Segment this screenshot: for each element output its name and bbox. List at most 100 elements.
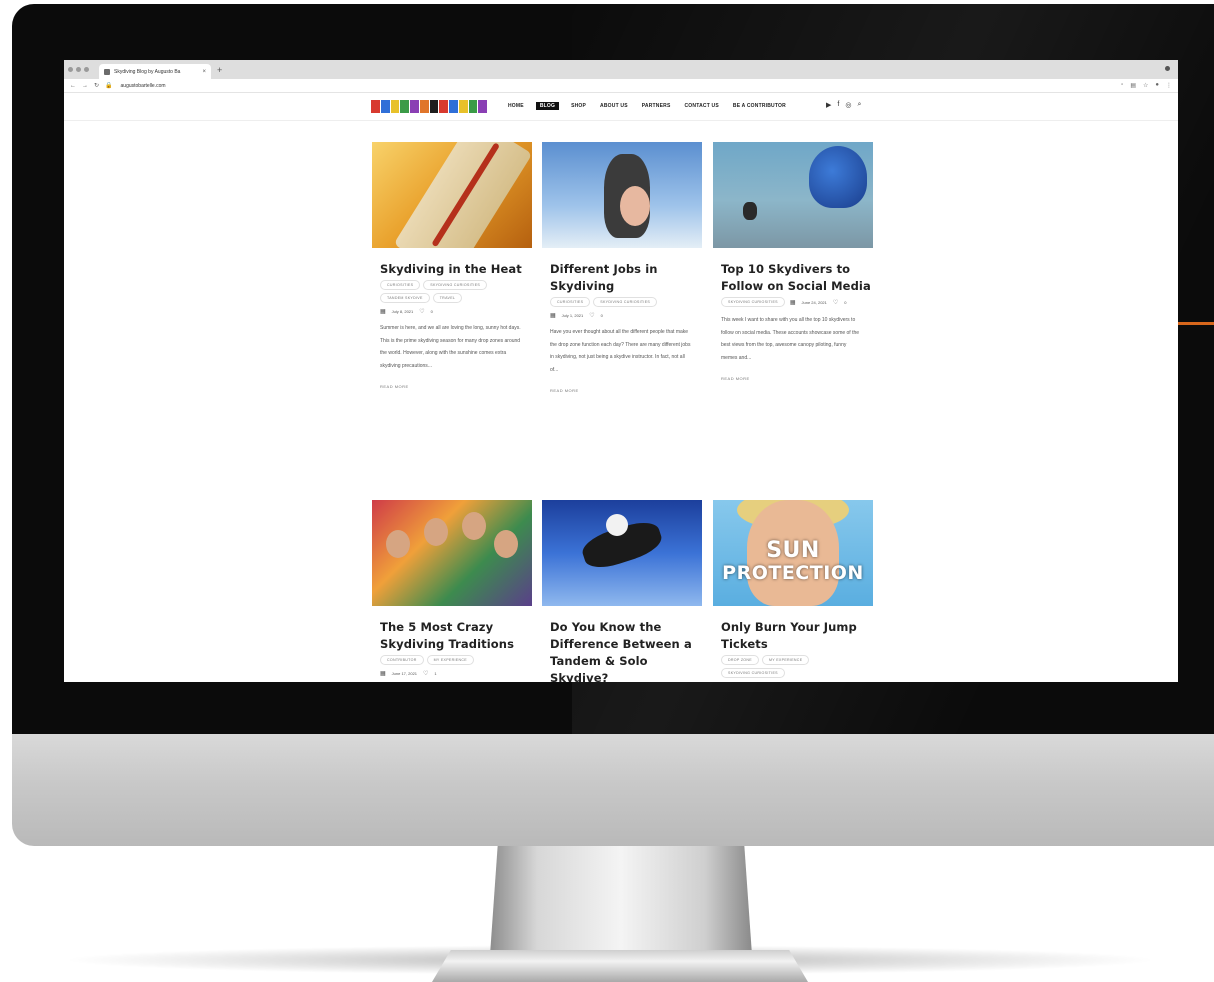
reload-icon[interactable]: ↻ bbox=[94, 82, 99, 89]
nav-item-contact-us[interactable]: CONTACT US bbox=[683, 102, 721, 110]
browser-tab-bar: Skydiving Blog by Augusto Ba × + bbox=[64, 60, 1178, 79]
post-tag[interactable]: Skydiving Curiosities bbox=[721, 668, 785, 678]
site-header: HOME BLOG SHOP ABOUT US PARTNERS CONTACT US BE… bbox=[64, 93, 1178, 121]
profile-icon[interactable]: ● bbox=[1155, 82, 1159, 89]
logo-block bbox=[390, 100, 400, 113]
browser-menu-icon[interactable]: ⋮ bbox=[1166, 82, 1172, 89]
logo-block bbox=[400, 100, 409, 113]
face-shape bbox=[424, 518, 448, 546]
post-thumbnail-canopy[interactable] bbox=[713, 142, 873, 248]
post-title[interactable]: The 5 Most Crazy Skydiving Traditions bbox=[372, 619, 532, 653]
window-controls bbox=[68, 67, 89, 72]
thumbnail-text: SUN bbox=[766, 538, 820, 563]
logo-block bbox=[380, 100, 390, 113]
post-thumbnail-tandem[interactable] bbox=[542, 142, 702, 248]
comment-icon: ♡ bbox=[423, 671, 429, 677]
comment-count[interactable]: 0 bbox=[431, 309, 433, 314]
favicon-icon bbox=[104, 68, 110, 75]
instagram-icon[interactable]: ◎ bbox=[845, 101, 851, 109]
bookmark-star-icon[interactable]: ☆ bbox=[1143, 82, 1148, 89]
logo-block bbox=[429, 100, 439, 113]
post-meta: ▦ June 17, 2021 ♡ 1 bbox=[372, 670, 532, 677]
browser-profile-icon[interactable] bbox=[1165, 66, 1170, 71]
logo-block bbox=[458, 100, 468, 113]
post-tag[interactable]: Skydiving Curiosities bbox=[593, 297, 658, 307]
post-meta: ▦ June 24, 2021 ♡ 0 bbox=[788, 297, 847, 307]
search-icon[interactable]: ⌕ bbox=[857, 101, 861, 109]
read-more-link[interactable]: Read more bbox=[713, 376, 873, 381]
browser-tab[interactable]: Skydiving Blog by Augusto Ba × bbox=[99, 64, 211, 79]
comment-count[interactable]: 0 bbox=[601, 313, 603, 318]
minimize-window-icon[interactable] bbox=[76, 67, 81, 72]
post-card: Different Jobs in Skydiving Curiosities … bbox=[542, 142, 702, 393]
post-tag[interactable]: Drop Zone bbox=[721, 655, 759, 665]
post-tag[interactable]: Contributor bbox=[380, 655, 424, 665]
post-title[interactable]: Skydiving in the Heat bbox=[372, 261, 532, 278]
thumbnail-text: PROTECTION bbox=[722, 562, 864, 584]
post-title[interactable]: Different Jobs in Skydiving bbox=[542, 261, 702, 295]
nav-item-shop[interactable]: SHOP bbox=[569, 102, 588, 110]
post-excerpt: This week I want to share with you all t… bbox=[721, 317, 860, 361]
comment-count[interactable]: 0 bbox=[844, 300, 846, 305]
youtube-icon[interactable]: ▶ bbox=[826, 101, 831, 109]
facebook-icon[interactable]: f bbox=[837, 101, 839, 109]
post-title[interactable]: Do You Know the Difference Between a Tan… bbox=[542, 619, 702, 682]
toolbar-right-icons: ▫ ▤ ☆ ● ⋮ bbox=[1121, 82, 1172, 89]
post-tag[interactable]: Curiosities bbox=[380, 280, 421, 290]
extension-icon[interactable]: ▫ bbox=[1121, 82, 1123, 89]
back-icon[interactable]: ← bbox=[70, 83, 76, 89]
nav-item-be-a-contributor[interactable]: BE A CONTRIBUTOR bbox=[731, 102, 788, 110]
post-tag[interactable]: Travel bbox=[432, 293, 463, 303]
post-tag[interactable]: Curiosities bbox=[550, 297, 591, 307]
post-card: Do You Know the Difference Between a Tan… bbox=[542, 500, 702, 682]
forward-icon[interactable]: → bbox=[82, 83, 88, 89]
post-tag[interactable]: My Experience bbox=[762, 655, 810, 665]
post-date: June 24, 2021 bbox=[801, 299, 827, 305]
logo-block bbox=[478, 100, 487, 113]
post-tag[interactable]: Tandem Skydive bbox=[380, 293, 430, 303]
monitor-stand-neck bbox=[490, 843, 752, 955]
post-meta: ▦ July 1, 2021 ♡ 0 bbox=[542, 312, 702, 319]
helmet-shape bbox=[606, 514, 628, 536]
post-thumbnail-thermometer[interactable] bbox=[372, 142, 532, 248]
post-thumbnail-selfie[interactable] bbox=[372, 500, 532, 606]
nav-item-blog[interactable]: BLOG bbox=[535, 102, 560, 110]
new-tab-button[interactable]: + bbox=[217, 65, 222, 75]
browser-toolbar: ← → ↻ 🔒 augustobartelle.com ▫ ▤ ☆ ● ⋮ bbox=[64, 79, 1178, 93]
main-navigation: HOME BLOG SHOP ABOUT US PARTNERS CONTACT US BE… bbox=[506, 102, 788, 110]
post-title[interactable]: Top 10 Skydivers to Follow on Social Med… bbox=[713, 261, 873, 295]
logo-block bbox=[410, 100, 419, 113]
face-shape bbox=[462, 512, 486, 540]
address-bar-url[interactable]: augustobartelle.com bbox=[121, 83, 166, 89]
close-window-icon[interactable] bbox=[68, 67, 73, 72]
post-excerpt: Summer is here, and we all are loving th… bbox=[380, 325, 521, 369]
post-tags: Skydiving Curiosities ▦ June 24, 2021 ♡ … bbox=[713, 297, 873, 307]
maximize-window-icon[interactable] bbox=[84, 67, 89, 72]
read-more-link[interactable]: Read more bbox=[542, 388, 702, 393]
post-thumbnail-sun-protection[interactable]: SUN PROTECTION bbox=[713, 500, 873, 606]
post-tag[interactable]: My Experience bbox=[426, 655, 474, 665]
comment-count[interactable]: 1 bbox=[434, 671, 436, 676]
post-thumbnail-freefall[interactable] bbox=[542, 500, 702, 606]
nav-item-partners[interactable]: PARTNERS bbox=[640, 102, 673, 110]
monitor-screen: Skydiving Blog by Augusto Ba × + ← → ↻ 🔒… bbox=[64, 60, 1178, 682]
monitor-stand-base bbox=[432, 950, 808, 982]
thermometer-shape bbox=[393, 142, 532, 248]
post-card: Top 10 Skydivers to Follow on Social Med… bbox=[713, 142, 873, 381]
logo-block bbox=[419, 100, 429, 113]
post-tags: Curiosities Skydiving Curiosities Tandem… bbox=[372, 280, 532, 303]
post-title[interactable]: Only Burn Your Jump Tickets bbox=[713, 619, 873, 653]
post-date: July 1, 2021 bbox=[561, 313, 584, 318]
site-logo[interactable] bbox=[371, 100, 487, 113]
read-more-link[interactable]: Read more bbox=[372, 384, 532, 389]
reader-icon[interactable]: ▤ bbox=[1130, 82, 1136, 89]
nav-item-home[interactable]: HOME bbox=[506, 102, 526, 110]
comment-icon: ♡ bbox=[419, 309, 425, 315]
logo-block bbox=[449, 100, 458, 113]
comment-icon: ♡ bbox=[589, 313, 595, 319]
nav-item-about-us[interactable]: ABOUT US bbox=[598, 102, 630, 110]
post-card: Skydiving in the Heat Curiosities Skydiv… bbox=[372, 142, 532, 389]
post-tag[interactable]: Skydiving Curiosities bbox=[423, 280, 488, 290]
tab-close-icon[interactable]: × bbox=[202, 69, 206, 75]
post-tag[interactable]: Skydiving Curiosities bbox=[721, 297, 785, 307]
